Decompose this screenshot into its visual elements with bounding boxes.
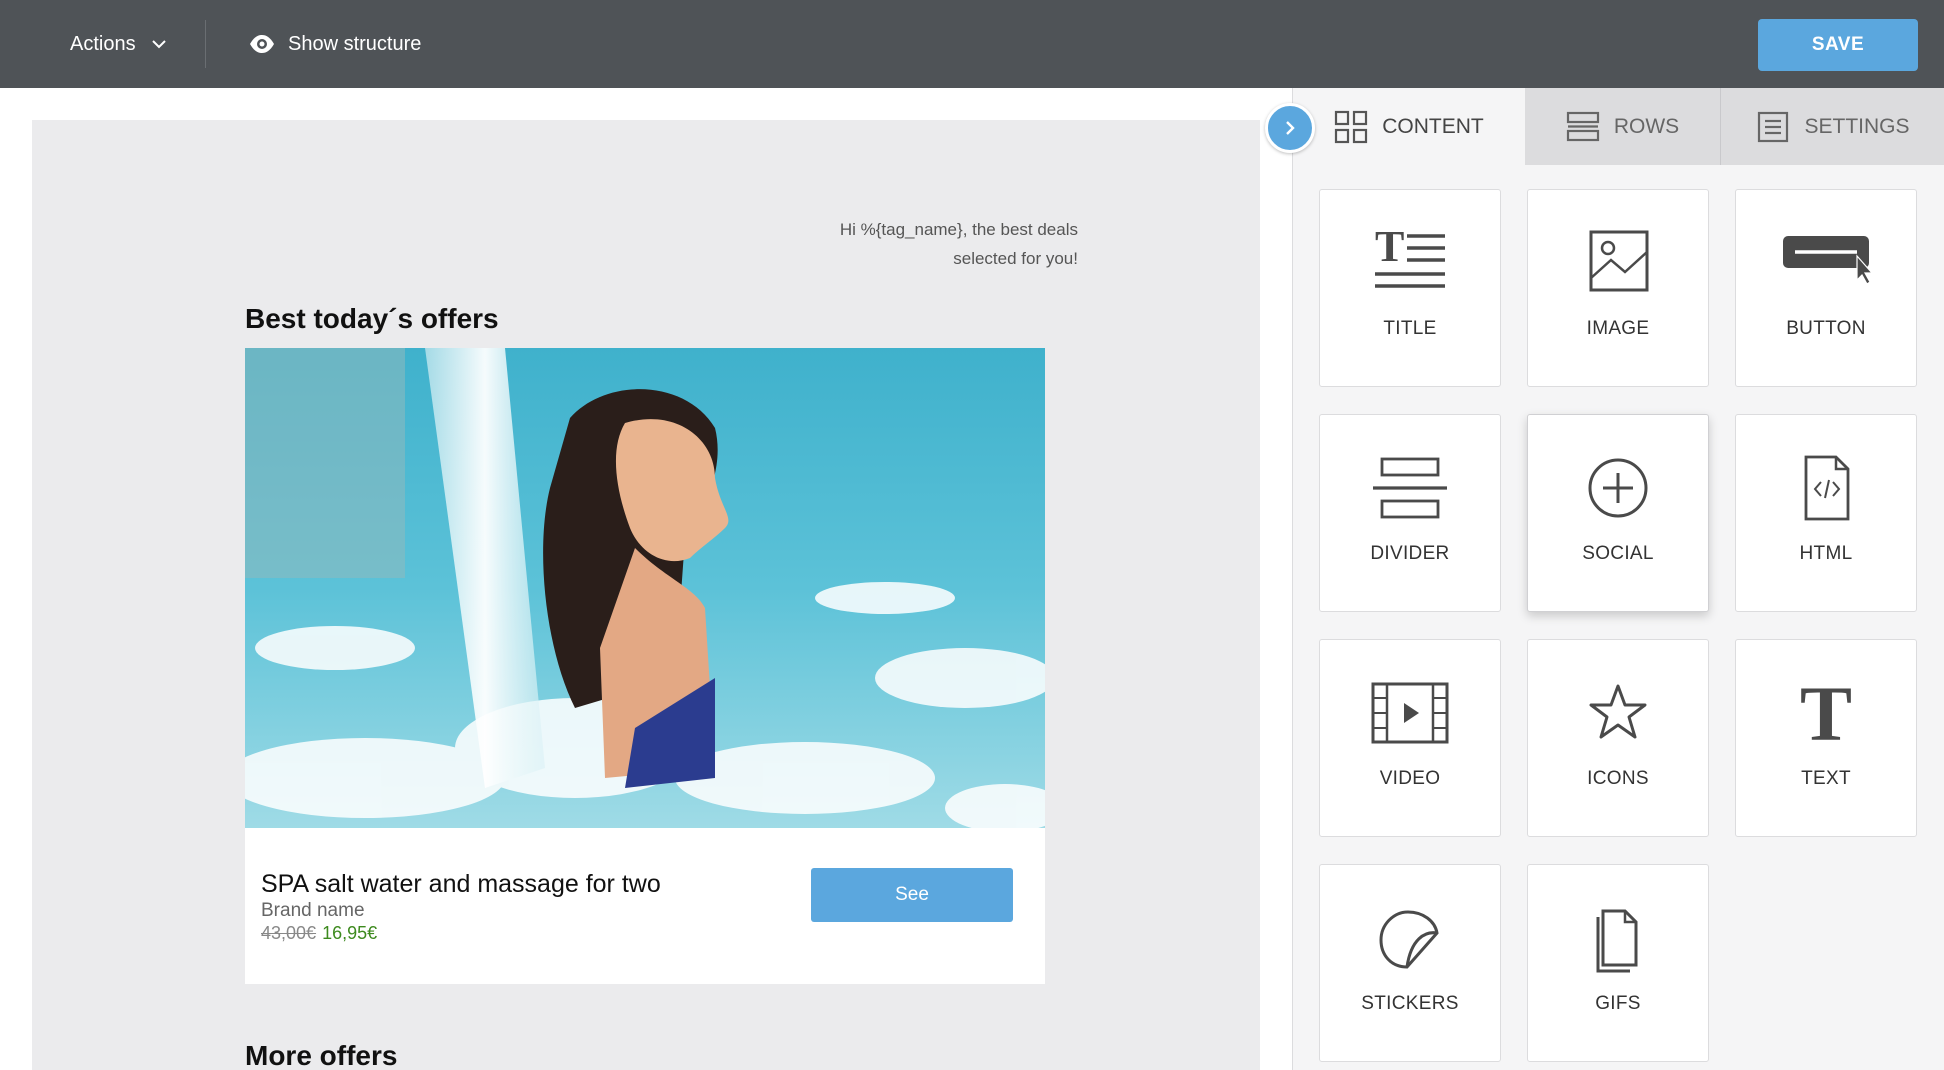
more-offers-title[interactable]: More offers: [245, 1040, 397, 1070]
chevron-down-icon: [151, 40, 166, 49]
brand-name: Brand name: [261, 900, 365, 921]
new-price: 16,95€: [322, 923, 378, 943]
block-image-label: IMAGE: [1586, 318, 1650, 339]
block-title-label: TITLE: [1383, 318, 1437, 339]
html-icon: [1804, 455, 1850, 521]
text-icon: T: [1800, 678, 1852, 748]
panel-tabs: CONTENT ROWS SETTINGS: [1293, 88, 1944, 165]
block-image[interactable]: IMAGE: [1527, 189, 1709, 387]
divider-icon: [1373, 457, 1447, 519]
hero-image[interactable]: [245, 348, 1045, 828]
tab-rows[interactable]: ROWS: [1525, 88, 1721, 165]
block-social-label: SOCIAL: [1582, 543, 1654, 564]
see-button[interactable]: See: [811, 868, 1013, 922]
block-stickers[interactable]: STICKERS: [1319, 864, 1501, 1062]
block-social[interactable]: SOCIAL: [1527, 414, 1709, 612]
button-icon: [1783, 236, 1871, 285]
old-price: 43,00€: [261, 923, 317, 943]
block-icons-label: ICONS: [1587, 768, 1649, 789]
price-row: 43,00€ 16,95€: [261, 923, 377, 944]
gif-icon: [1596, 909, 1638, 973]
block-text[interactable]: T TEXT: [1735, 639, 1917, 837]
block-divider[interactable]: DIVIDER: [1319, 414, 1501, 612]
tab-content-label: CONTENT: [1382, 114, 1484, 138]
editor-panel: CONTENT ROWS SETTINGS T TITLE IMAGE BUTT…: [1292, 88, 1944, 1070]
tab-settings-label: SETTINGS: [1804, 114, 1910, 138]
block-gifs-label: GIFS: [1595, 993, 1641, 1014]
block-button[interactable]: BUTTON: [1735, 189, 1917, 387]
section-title[interactable]: Best today´s offers: [245, 303, 499, 335]
settings-list-icon: [1758, 111, 1789, 142]
block-stickers-label: STICKERS: [1361, 993, 1459, 1014]
block-html-label: HTML: [1799, 543, 1853, 564]
eye-icon: [250, 35, 274, 53]
block-title[interactable]: T TITLE: [1319, 189, 1501, 387]
tab-content[interactable]: CONTENT: [1293, 88, 1525, 165]
image-icon: [1589, 230, 1649, 292]
show-structure-label: Show structure: [288, 32, 422, 55]
toolbar-divider: [205, 20, 206, 68]
svg-text:T: T: [1375, 228, 1404, 271]
actions-label: Actions: [70, 32, 136, 55]
top-bar: Actions Show structure SAVE: [0, 0, 1944, 88]
star-icon: [1589, 684, 1647, 739]
product-name: SPA salt water and massage for two: [261, 870, 661, 898]
block-video-label: VIDEO: [1379, 768, 1441, 789]
block-divider-label: DIVIDER: [1370, 543, 1450, 564]
show-structure-toggle[interactable]: Show structure: [248, 0, 421, 88]
block-button-label: BUTTON: [1786, 318, 1866, 339]
tab-rows-label: ROWS: [1613, 114, 1680, 138]
social-icon: [1588, 458, 1648, 518]
product-card[interactable]: SPA salt water and massage for two Brand…: [245, 828, 1045, 984]
video-icon: [1371, 682, 1449, 744]
collapse-panel-button[interactable]: [1265, 103, 1315, 153]
block-text-label: TEXT: [1801, 768, 1851, 789]
chevron-right-icon: [1286, 121, 1295, 135]
svg-text:T: T: [1800, 678, 1852, 748]
block-icons[interactable]: ICONS: [1527, 639, 1709, 837]
title-icon: T: [1375, 228, 1445, 288]
block-gifs[interactable]: GIFS: [1527, 864, 1709, 1062]
greeting-line-1: Hi %{tag_name}, the best deals: [839, 220, 1078, 239]
actions-menu[interactable]: Actions: [70, 0, 168, 88]
content-blocks-grid: T TITLE IMAGE BUTTON DIVIDER SOCIAL HTML…: [1319, 189, 1921, 1062]
rows-icon: [1566, 111, 1599, 141]
tab-settings[interactable]: SETTINGS: [1721, 88, 1944, 165]
save-button[interactable]: SAVE: [1758, 19, 1918, 71]
sticker-icon: [1379, 910, 1439, 969]
greeting-text[interactable]: Hi %{tag_name}, the best deals selected …: [732, 215, 1078, 273]
block-video[interactable]: VIDEO: [1319, 639, 1501, 837]
greeting-line-2: selected for you!: [953, 249, 1078, 268]
grid-icon: [1335, 110, 1368, 143]
block-html[interactable]: HTML: [1735, 414, 1917, 612]
